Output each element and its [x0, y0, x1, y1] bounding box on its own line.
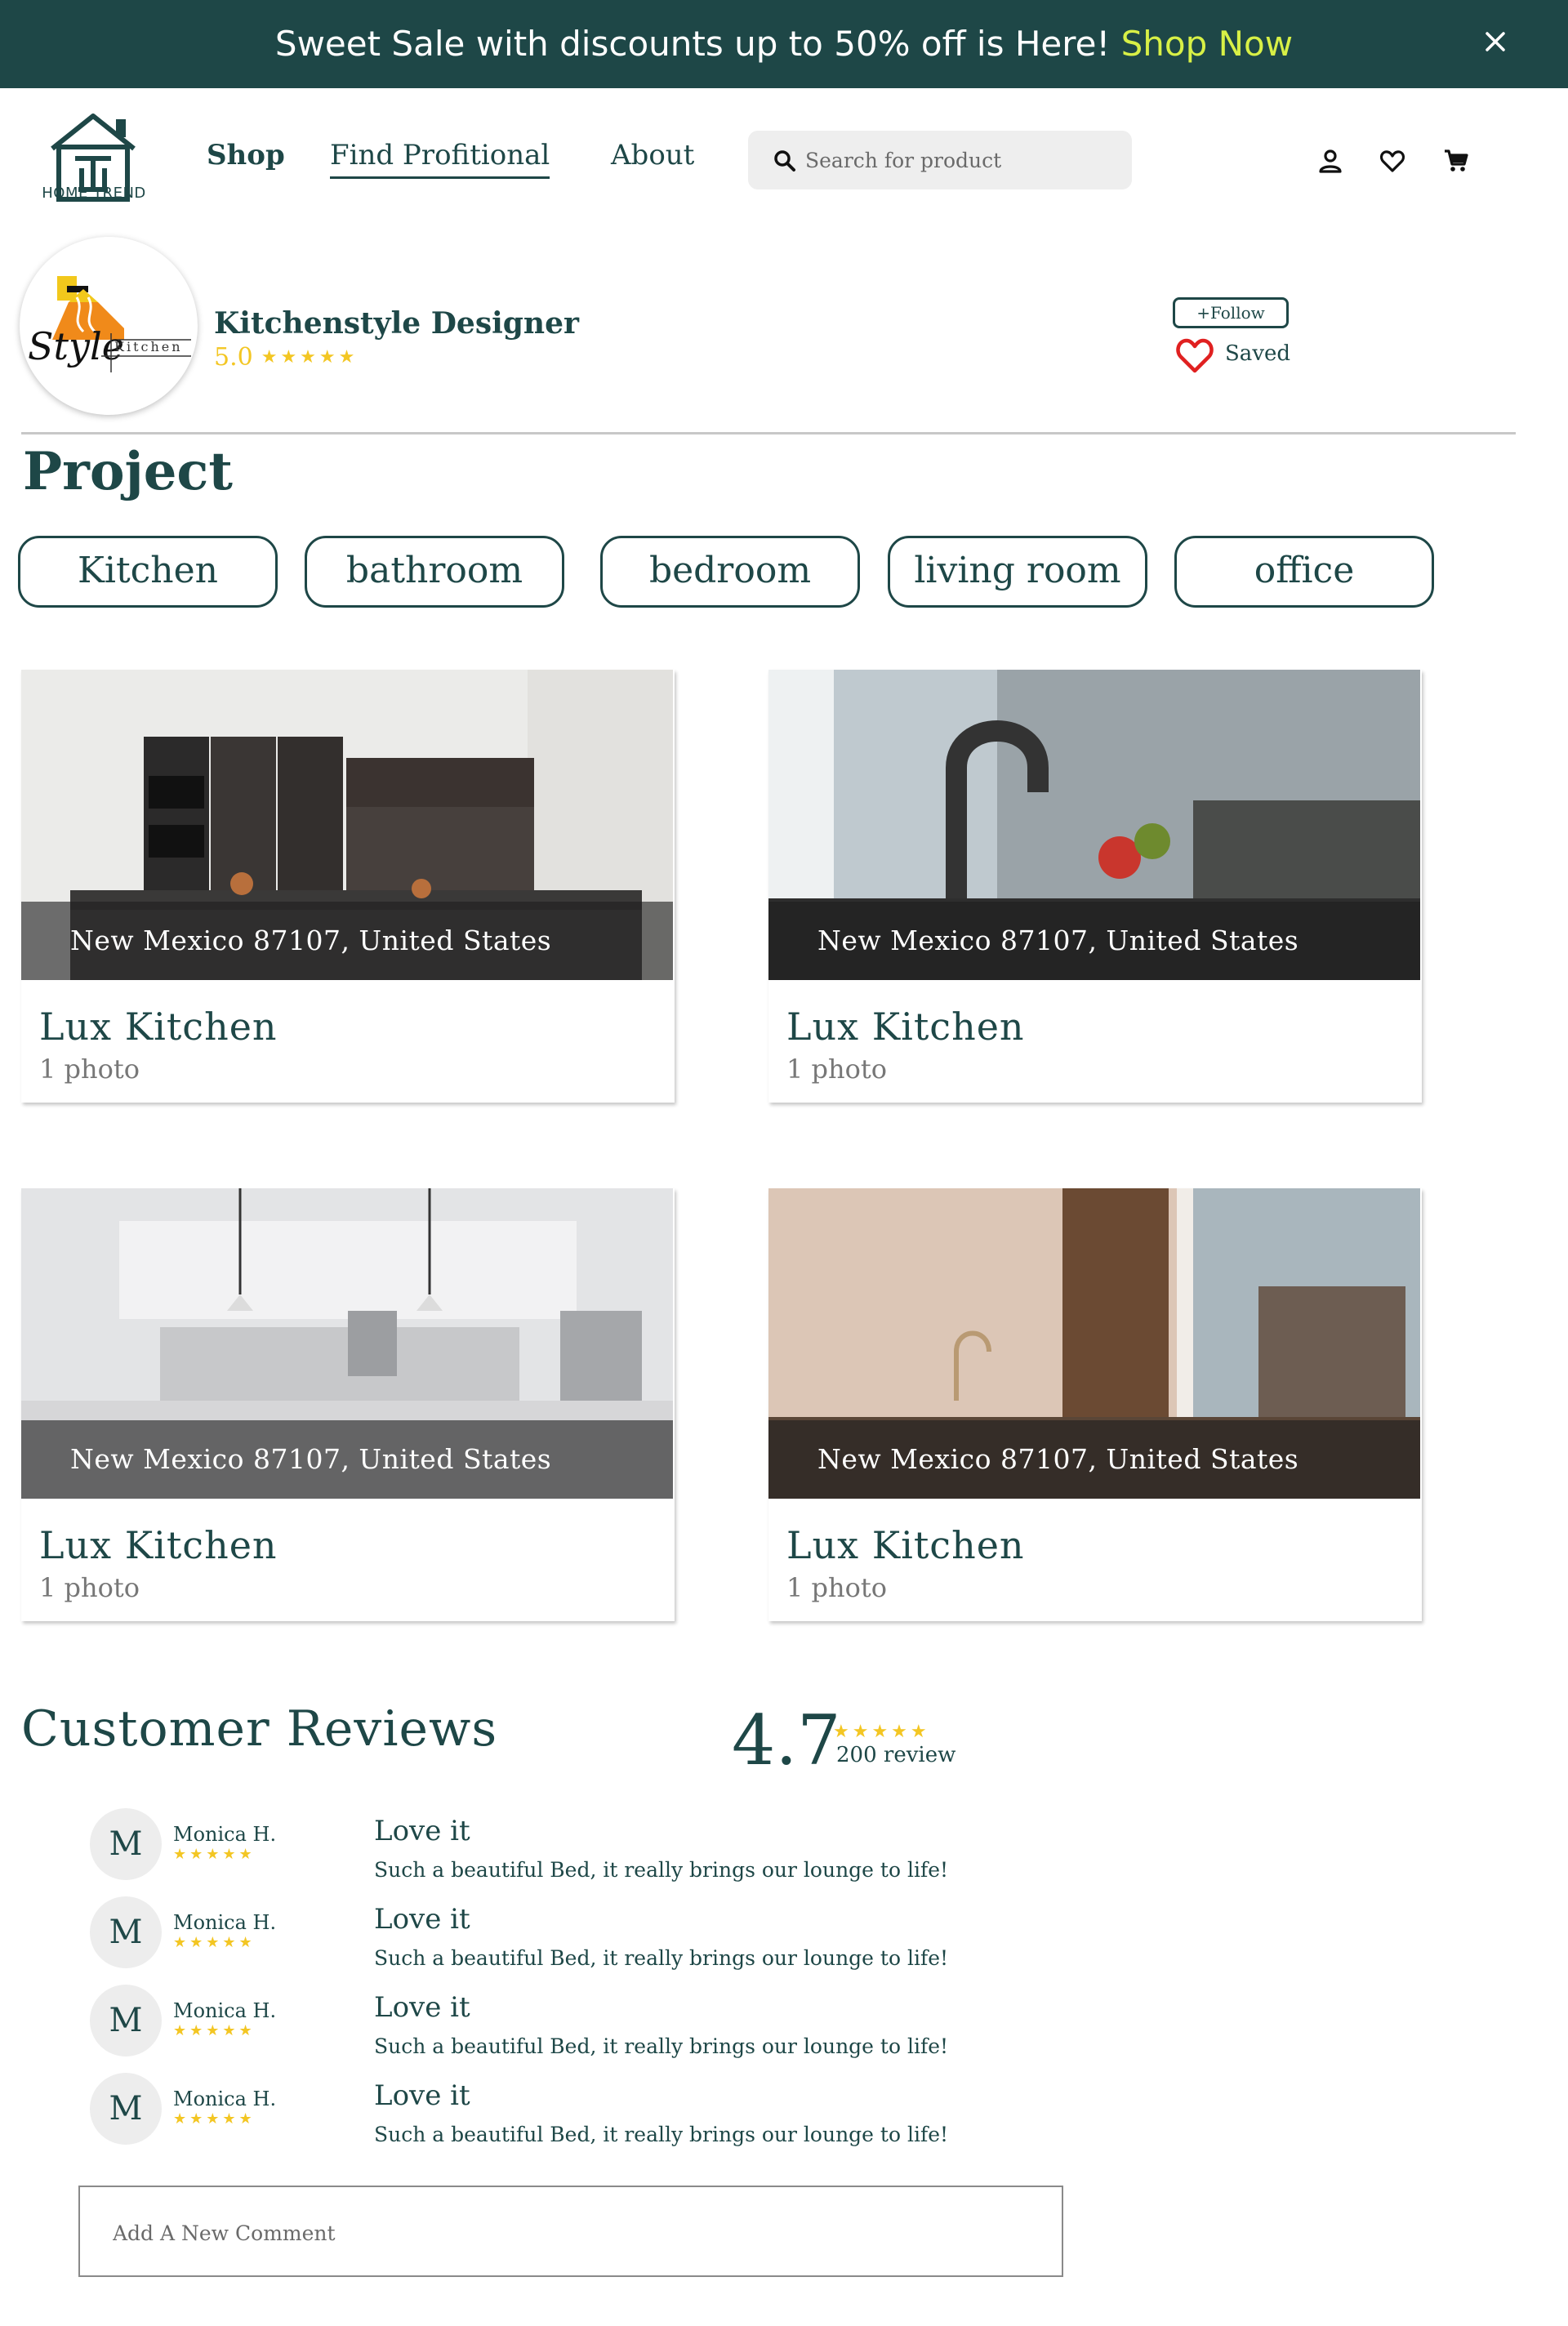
promo-message: Sweet Sale with discounts up to 50% off … — [0, 23, 1568, 65]
svg-text:Style: Style — [28, 324, 124, 368]
follow-button[interactable]: +Follow — [1173, 297, 1289, 328]
project-title: Project — [23, 441, 233, 502]
review-text: Such a beautiful Bed, it really brings o… — [374, 2034, 949, 2058]
profile-avatar: Style Kitchen — [20, 237, 198, 415]
reviewer-name: Monica H. — [173, 1823, 277, 1846]
card-title[interactable]: Lux Kitchen — [786, 1005, 1025, 1049]
reviewer-name: Monica H. — [173, 1911, 277, 1934]
card-photo-count: 1 photo — [39, 1572, 140, 1603]
nav-shop[interactable]: Shop — [207, 139, 285, 172]
profile-rating: 5.0 ★★★★★ — [214, 343, 358, 372]
reviewer-avatar: M — [90, 1985, 162, 2056]
profile-name: Kitchenstyle Designer — [214, 306, 579, 341]
review-text: Such a beautiful Bed, it really brings o… — [374, 1858, 949, 1882]
filter-kitchen[interactable]: Kitchen — [18, 536, 278, 608]
reviewer-stars: ★★★★★ — [173, 1846, 256, 1863]
comment-box[interactable] — [78, 2186, 1063, 2277]
comment-input[interactable] — [113, 2217, 1011, 2249]
close-icon[interactable] — [1481, 28, 1509, 56]
reviewer-avatar: M — [90, 1896, 162, 1968]
promo-text: Sweet Sale with discounts up to 50% off … — [274, 24, 1121, 64]
nav-find-profitional[interactable]: Find Profitional — [330, 139, 550, 179]
reviewer-name: Monica H. — [173, 1999, 277, 2022]
filter-living-room[interactable]: living room — [888, 536, 1147, 608]
card-photo-count: 1 photo — [39, 1054, 140, 1085]
review-text: Such a beautiful Bed, it really brings o… — [374, 2123, 949, 2146]
cart-icon[interactable] — [1442, 147, 1470, 175]
review-title: Love it — [374, 1903, 470, 1936]
reviewer-avatar: M — [90, 1808, 162, 1880]
profile-stars: ★★★★★ — [261, 347, 359, 368]
filter-bedroom[interactable]: bedroom — [600, 536, 860, 608]
reviewer-stars: ★★★★★ — [173, 1934, 256, 1951]
card-photo-count: 1 photo — [786, 1572, 888, 1603]
shop-now-link[interactable]: Shop Now — [1121, 24, 1293, 64]
reviews-title: Customer Reviews — [21, 1700, 498, 1758]
svg-text:Kitchen: Kitchen — [114, 339, 183, 354]
reviewer-stars: ★★★★★ — [173, 2022, 256, 2039]
review-title: Love it — [374, 1815, 470, 1847]
reviewer-avatar: M — [90, 2073, 162, 2145]
heart-icon[interactable] — [1379, 147, 1406, 175]
location-caption: New Mexico 87107, United States — [768, 1420, 1420, 1499]
card-location: New Mexico 87107, United States — [817, 1443, 1299, 1475]
kitchen-style-logo-icon: Style Kitchen — [28, 276, 191, 372]
search-bar[interactable] — [748, 131, 1132, 189]
card-photo-count: 1 photo — [786, 1054, 888, 1085]
review-title: Love it — [374, 1991, 470, 2024]
project-card[interactable]: New Mexico 87107, United States Lux Kitc… — [21, 670, 675, 1103]
project-card[interactable]: New Mexico 87107, United States Lux Kitc… — [768, 1188, 1422, 1621]
card-location: New Mexico 87107, United States — [70, 925, 552, 956]
review-score-stars: ★★★★★ — [833, 1722, 930, 1742]
review-title: Love it — [374, 2079, 470, 2112]
logo-text: HOME TREND — [42, 185, 146, 202]
saved-heart-icon[interactable] — [1174, 336, 1215, 374]
review-count: 200 review — [836, 1743, 956, 1767]
project-card[interactable]: New Mexico 87107, United States Lux Kitc… — [21, 1188, 675, 1621]
card-location: New Mexico 87107, United States — [70, 1443, 552, 1475]
location-caption: New Mexico 87107, United States — [768, 902, 1420, 980]
nav-about[interactable]: About — [611, 139, 694, 172]
promo-banner: Sweet Sale with discounts up to 50% off … — [0, 0, 1568, 88]
filter-office[interactable]: office — [1174, 536, 1434, 608]
filter-bathroom[interactable]: bathroom — [305, 536, 564, 608]
saved-label[interactable]: Saved — [1225, 341, 1290, 366]
reviewer-stars: ★★★★★ — [173, 2110, 256, 2128]
card-title[interactable]: Lux Kitchen — [786, 1523, 1025, 1567]
project-card[interactable]: New Mexico 87107, United States Lux Kitc… — [768, 670, 1422, 1103]
search-input[interactable] — [805, 142, 1116, 178]
user-icon[interactable] — [1316, 147, 1344, 175]
location-caption: New Mexico 87107, United States — [21, 1420, 673, 1499]
search-icon[interactable] — [773, 149, 797, 173]
review-score: 4.7 — [732, 1700, 841, 1780]
profile-rating-value: 5.0 — [214, 343, 253, 372]
location-caption: New Mexico 87107, United States — [21, 902, 673, 980]
reviewer-name: Monica H. — [173, 2088, 277, 2110]
profile-divider — [21, 432, 1516, 434]
card-location: New Mexico 87107, United States — [817, 925, 1299, 956]
review-text: Such a beautiful Bed, it really brings o… — [374, 1946, 949, 1970]
card-title[interactable]: Lux Kitchen — [39, 1523, 278, 1567]
card-title[interactable]: Lux Kitchen — [39, 1005, 278, 1049]
